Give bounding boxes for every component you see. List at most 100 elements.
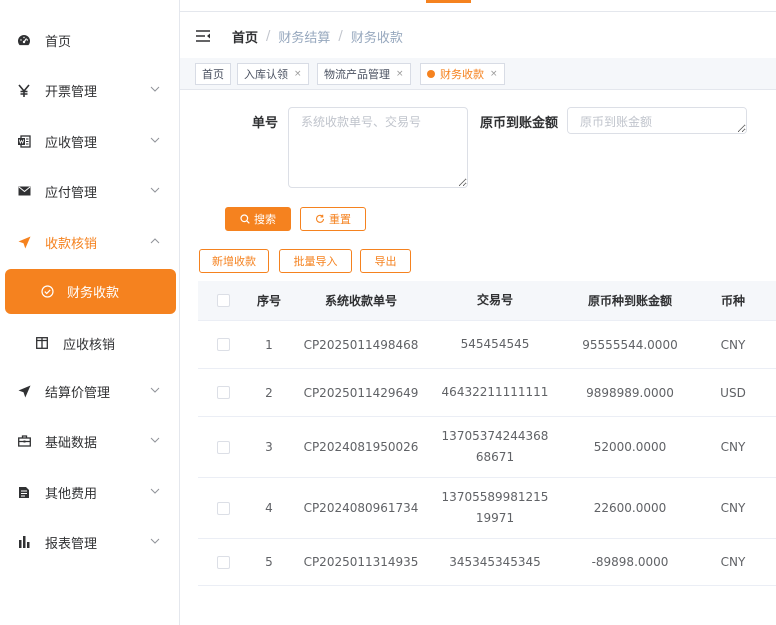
sidebar-item-label: 应收核销 — [63, 337, 116, 353]
reset-button[interactable]: 重置 — [300, 207, 366, 231]
row-checkbox[interactable] — [216, 555, 230, 569]
breadcrumb-separator: / — [338, 28, 343, 44]
sidebar-item-settlement-price[interactable]: 结算价管理 — [0, 366, 180, 416]
chevron-down-icon — [150, 437, 160, 443]
table-row[interactable]: 3 CP2024081950026 1370537424436868671 52… — [198, 417, 776, 478]
add-collection-label: 新增收款 — [212, 255, 256, 268]
sidebar-item-finance-collection[interactable]: 财务收款 — [5, 269, 176, 314]
tags-view-bar: 首页 入库认领 × 物流产品管理 × 财务收款 × — [180, 58, 776, 90]
tag-label: 物流产品管理 — [324, 68, 390, 81]
sidebar-item-label: 应付管理 — [45, 185, 98, 201]
batch-import-button[interactable]: 批量导入 — [279, 249, 352, 273]
row-select-cell — [208, 539, 238, 585]
app-root: 首页 开票管理 应收管理 应付管理 收款核销 财务收款 应收核销 结算价管理 基… — [0, 0, 776, 625]
row-index: 4 — [265, 501, 273, 515]
chevron-down-icon — [150, 387, 160, 393]
table-row[interactable]: 5 CP2025011314935 345345345345 -89898.00… — [198, 539, 776, 586]
send-icon — [17, 384, 31, 398]
reset-button-label: 重置 — [329, 213, 351, 226]
sidebar-item-base-data[interactable]: 基础数据 — [0, 416, 180, 466]
row-currency: CNY — [720, 337, 746, 352]
row-amount: 22600.0000 — [593, 501, 667, 515]
sidebar-item-label: 基础数据 — [45, 435, 98, 451]
sidebar: 首页 开票管理 应收管理 应付管理 收款核销 财务收款 应收核销 结算价管理 基… — [0, 0, 180, 625]
row-index: 3 — [265, 440, 273, 454]
row-select-cell — [208, 417, 238, 477]
order-no-label: 单号 — [252, 116, 279, 131]
chevron-down-icon — [150, 538, 160, 544]
bar-chart-icon — [17, 535, 31, 549]
row-amount: 95555544.0000 — [582, 337, 678, 352]
tag-finance-collection[interactable]: 财务收款 × — [420, 63, 505, 85]
tag-label: 财务收款 — [440, 68, 484, 81]
row-trade-no: 345345345345 — [449, 554, 541, 569]
sidebar-item-other-fees[interactable]: 其他费用 — [0, 467, 180, 517]
row-trade-no: 46432211111111 — [441, 385, 549, 399]
hamburger-icon[interactable] — [195, 29, 211, 43]
sidebar-item-label: 应收管理 — [45, 135, 98, 151]
row-currency: USD — [720, 385, 746, 400]
export-label: 导出 — [374, 255, 397, 268]
sidebar-item-label: 结算价管理 — [45, 385, 111, 401]
row-sys-no: CP2025011498468 — [303, 337, 419, 352]
row-trade-no: 1370537424436868671 — [441, 429, 549, 464]
sidebar-item-reports[interactable]: 报表管理 — [0, 517, 180, 567]
close-icon[interactable]: × — [490, 69, 498, 79]
export-button[interactable]: 导出 — [360, 249, 411, 273]
table-header-row: 序号 系统收款单号 交易号 原币种到账金额 币种 — [198, 281, 776, 321]
close-icon[interactable]: × — [294, 69, 302, 79]
tag-home[interactable]: 首页 — [195, 63, 231, 85]
amount-input[interactable] — [567, 107, 747, 134]
select-all-checkbox[interactable] — [216, 294, 230, 307]
select-all-cell — [208, 281, 238, 320]
row-sys-no: CP2025011429649 — [303, 385, 419, 400]
row-trade-no: 545454545 — [460, 337, 530, 351]
column-header: 序号 — [256, 294, 281, 308]
amount-label: 原币到账金额 — [480, 116, 559, 131]
column-header: 系统收款单号 — [324, 294, 397, 308]
tag-warehouse-claim[interactable]: 入库认领 × — [237, 63, 309, 85]
breadcrumb: 首页 / 财务结算 / 财务收款 — [232, 27, 403, 46]
row-checkbox[interactable] — [216, 386, 230, 399]
sidebar-item-label: 财务收款 — [67, 286, 120, 301]
table-row[interactable]: 2 CP2025011429649 46432211111111 9898989… — [198, 369, 776, 417]
row-sys-no: CP2024081950026 — [303, 440, 419, 454]
row-currency: CNY — [720, 501, 746, 515]
envelope-icon — [17, 184, 31, 198]
table-row[interactable]: 1 CP2025011498468 545454545 95555544.000… — [198, 321, 776, 369]
column-header: 币种 — [720, 294, 745, 308]
sidebar-item-label: 开票管理 — [45, 84, 98, 100]
breadcrumb-home[interactable]: 首页 — [232, 27, 258, 46]
sidebar-item-collection-writeoff[interactable]: 收款核销 — [0, 217, 180, 267]
active-dot-icon — [427, 70, 435, 78]
yen-icon — [17, 83, 31, 97]
close-icon[interactable]: × — [396, 69, 404, 79]
chevron-up-icon — [150, 238, 160, 244]
row-sys-no: CP2024080961734 — [303, 501, 419, 515]
batch-import-label: 批量导入 — [293, 255, 338, 268]
add-collection-button[interactable]: 新增收款 — [199, 249, 269, 273]
refresh-icon — [316, 214, 325, 223]
search-button[interactable]: 搜索 — [225, 207, 291, 231]
row-checkbox[interactable] — [216, 440, 230, 454]
briefcase-icon — [17, 434, 31, 448]
row-checkbox[interactable] — [216, 338, 230, 351]
tag-logistics-product[interactable]: 物流产品管理 × — [317, 63, 411, 85]
table-row[interactable]: 4 CP2024080961734 1370558998121519971 22… — [198, 478, 776, 539]
order-no-input[interactable] — [288, 107, 468, 188]
sidebar-item-payable[interactable]: 应付管理 — [0, 166, 180, 216]
columns-icon — [36, 337, 48, 349]
row-currency: CNY — [720, 440, 746, 454]
sidebar-item-label: 报表管理 — [45, 536, 98, 552]
sidebar-item-receivable[interactable]: 应收管理 — [0, 116, 180, 166]
sidebar-item-label: 收款核销 — [45, 236, 98, 252]
row-checkbox[interactable] — [216, 501, 230, 515]
row-amount: -89898.0000 — [591, 555, 669, 569]
word-doc-icon — [17, 134, 31, 148]
sidebar-item-home[interactable]: 首页 — [0, 15, 180, 65]
chevron-down-icon — [150, 137, 160, 143]
row-sys-no: CP2025011314935 — [303, 555, 419, 569]
sidebar-item-receivable-writeoff[interactable]: 应收核销 — [0, 320, 180, 366]
check-circle-icon — [41, 285, 54, 298]
sidebar-item-invoice[interactable]: 开票管理 — [0, 65, 180, 115]
